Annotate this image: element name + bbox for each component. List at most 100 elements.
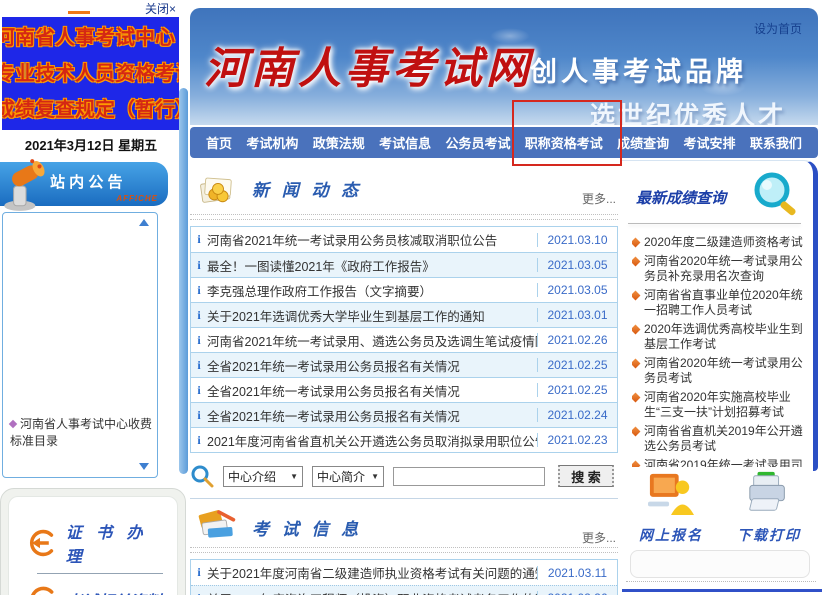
online-registration-link[interactable]: 网上报名: [639, 470, 703, 545]
result-link[interactable]: 2020年度二级建造师资格考试: [632, 235, 803, 251]
table-row: i最全！一图读懂2021年《政府工作报告》2021.03.05: [191, 252, 617, 277]
diamond-bullet-icon: [632, 238, 640, 248]
diamond-bullet-icon: [632, 290, 640, 300]
table-row: i关于2021年度河南省二级建造师执业资格考试有关问题的通知2021.03.11: [191, 560, 617, 585]
item-bullet-icon: i: [191, 408, 207, 423]
nav-item-policy[interactable]: 政策法规: [313, 133, 365, 152]
news-date: 2021.02.23: [537, 433, 617, 447]
nav-item-exam-info[interactable]: 考试信息: [379, 133, 431, 152]
online-registration-label: 网上报名: [639, 525, 703, 545]
exam-materials-link[interactable]: 考试相关资料: [9, 584, 177, 595]
result-link[interactable]: 河南省省直机关2019年公开遴选公务员考试: [632, 424, 803, 455]
result-label: 2020年选调优秀高校毕业生到基层工作考试: [644, 322, 803, 353]
computer-user-icon: [645, 470, 697, 516]
popup-drag-handle[interactable]: [68, 11, 90, 14]
search-button[interactable]: 搜 索: [558, 465, 614, 487]
nav-item-home[interactable]: 首页: [206, 133, 232, 152]
table-row: i全省2021年统一考试录用公务员报名有关情况2021.02.24: [191, 402, 617, 427]
news-date: 2021.02.25: [537, 358, 617, 372]
news-link[interactable]: 2021年度河南省省直机关公开遴选公务员取消拟录用职位公告: [207, 431, 537, 450]
news-link[interactable]: 全省2021年统一考试录用公务员报名有关情况: [207, 406, 537, 425]
exam-info-link[interactable]: 关于2021年度咨询工程师（投资）职业资格考试考务工作的通...: [207, 589, 537, 595]
exam-books-icon: [196, 505, 240, 545]
search-input[interactable]: [393, 467, 545, 486]
announce-item-label: 河南省人事考试中心收费标准目录: [10, 417, 152, 448]
exam-info-table: i关于2021年度河南省二级建造师执业资格考试有关问题的通知2021.03.11…: [190, 559, 618, 595]
news-date: 2021.03.05: [537, 283, 617, 297]
divider: [628, 223, 801, 224]
scroll-down-icon[interactable]: [139, 463, 149, 470]
exam-info-link[interactable]: 关于2021年度河南省二级建造师执业资格考试有关问题的通知: [207, 563, 537, 582]
news-section-header: 新 闻 动 态 更多...: [190, 160, 618, 214]
quick-links-panel: 证 书 办 理 考试相关资料: [0, 488, 186, 595]
select-value: 中心介绍: [228, 468, 276, 485]
news-date: 2021.03.01: [537, 308, 617, 322]
exam-materials-label: 考试相关资料: [66, 588, 162, 595]
search-subcategory-select[interactable]: 中心简介▼: [312, 466, 384, 487]
main-content: 新 闻 动 态 更多... i 河南省2021年统一考试录用公务员核减取消职位公告…: [190, 160, 618, 595]
diamond-bullet-icon: [632, 392, 640, 402]
news-link[interactable]: 全省2021年统一考试录用公务员报名有关情况: [207, 381, 537, 400]
item-bullet-icon: i: [191, 333, 207, 348]
news-date: 2021.03.10: [537, 233, 617, 247]
news-link[interactable]: 最全！一图读懂2021年《政府工作报告》: [207, 256, 537, 275]
megaphone-icon: [0, 155, 50, 213]
result-link[interactable]: 河南省2020年统一考试录用公务员补充录用名次查询: [632, 254, 803, 285]
set-homepage-link[interactable]: 设为首页: [754, 20, 802, 37]
result-link[interactable]: 2020年选调优秀高校毕业生到基层工作考试: [632, 322, 803, 353]
diamond-bullet-icon: [632, 256, 640, 266]
news-more-link[interactable]: 更多...: [582, 190, 616, 207]
magnifier-icon: [749, 169, 803, 223]
exam-info-date: 2021.02.26: [537, 591, 617, 595]
quick-links-inner: 证 书 办 理 考试相关资料: [8, 496, 178, 595]
result-link[interactable]: 河南省2020年实施高校毕业生“三支一扶”计划招募考试: [632, 390, 803, 421]
popup-notice[interactable]: 河南省人事考试中心 专业技术人员资格考试 成绩复查规定（暂行）: [2, 17, 179, 130]
circle-arrow-icon: [25, 527, 57, 559]
news-link[interactable]: 李克强总理作政府工作报告（文字摘要）: [207, 281, 537, 300]
page: 关闭× 河南省人事考试中心 专业技术人员资格考试 成绩复查规定（暂行） 2021…: [0, 0, 830, 595]
news-link[interactable]: 河南省2021年统一考试录用、遴选公务员及选调生笔试疫情防: [207, 331, 537, 350]
diamond-bullet-icon: [632, 426, 640, 436]
news-link[interactable]: 关于2021年选调优秀大学毕业生到基层工作的通知: [207, 306, 537, 325]
result-label: 河南省2020年统一考试录用公务员补充录用名次查询: [644, 254, 803, 285]
diamond-bullet-icon: [632, 324, 640, 334]
select-value: 中心简介: [317, 468, 365, 485]
announce-list-item[interactable]: 河南省人事考试中心收费标准目录: [10, 416, 154, 450]
search-bar: 中心介绍▼ 中心简介▼ 搜 索: [190, 462, 618, 490]
exam-info-section-header: 考 试 信 息 更多...: [190, 499, 618, 547]
table-row: i2021年度河南省省直机关公开遴选公务员取消拟录用职位公告2021.02.23: [191, 427, 617, 452]
news-link[interactable]: 全省2021年统一考试录用公务员报名有关情况: [207, 356, 537, 375]
popup-close-button[interactable]: 关闭×: [145, 2, 176, 16]
result-link[interactable]: 河南省2019年统一考试录用司法所公务员考试: [632, 458, 803, 468]
divider: [37, 573, 163, 574]
search-category-select[interactable]: 中心介绍▼: [223, 466, 303, 487]
dotted-divider: [190, 547, 618, 553]
divider-scroll-strip[interactable]: [179, 88, 188, 474]
result-label: 河南省2020年统一考试录用公务员考试: [644, 356, 803, 387]
latest-results-panel: 最新成绩查询 2020年度二级建造师资格考试 河南省2020年统一考试录用公务员…: [622, 160, 818, 471]
diamond-bullet-icon: [9, 420, 17, 428]
table-row: i关于2021年选调优秀大学毕业生到基层工作的通知2021.03.01: [191, 302, 617, 327]
nav-item-exam-schedule[interactable]: 考试安排: [684, 133, 736, 152]
circle-arrow-icon: [25, 584, 57, 595]
table-row: i李克强总理作政府工作报告（文字摘要）2021.03.05: [191, 277, 617, 302]
result-link[interactable]: 河南省2020年统一考试录用公务员考试: [632, 356, 803, 387]
scroll-up-icon[interactable]: [139, 219, 149, 226]
news-date: 2021.02.25: [537, 383, 617, 397]
nav-item-score-query[interactable]: 成绩查询: [617, 133, 669, 152]
download-print-link[interactable]: 下载打印: [737, 470, 801, 545]
nav-item-civil-servant[interactable]: 公务员考试: [445, 133, 510, 152]
nav-item-orgs[interactable]: 考试机构: [246, 133, 298, 152]
announce-panel: 河南省人事考试中心收费标准目录: [2, 212, 158, 478]
cert-service-link[interactable]: 证 书 办 理: [9, 519, 177, 567]
search-icon: [190, 464, 214, 488]
latest-results-title: 最新成绩查询: [636, 187, 726, 208]
cert-service-label: 证 书 办 理: [66, 519, 177, 567]
exam-info-more-link[interactable]: 更多...: [582, 529, 616, 546]
news-link[interactable]: 河南省2021年统一考试录用公务员核减取消职位公告: [207, 230, 537, 249]
result-label: 河南省省直事业单位2020年统一招聘工作人员考试: [644, 288, 803, 319]
result-link[interactable]: 河南省省直事业单位2020年统一招聘工作人员考试: [632, 288, 803, 319]
table-row: i全省2021年统一考试录用公务员报名有关情况2021.02.25: [191, 352, 617, 377]
nav-item-contact[interactable]: 联系我们: [750, 133, 802, 152]
result-label: 2020年度二级建造师资格考试: [644, 235, 803, 251]
